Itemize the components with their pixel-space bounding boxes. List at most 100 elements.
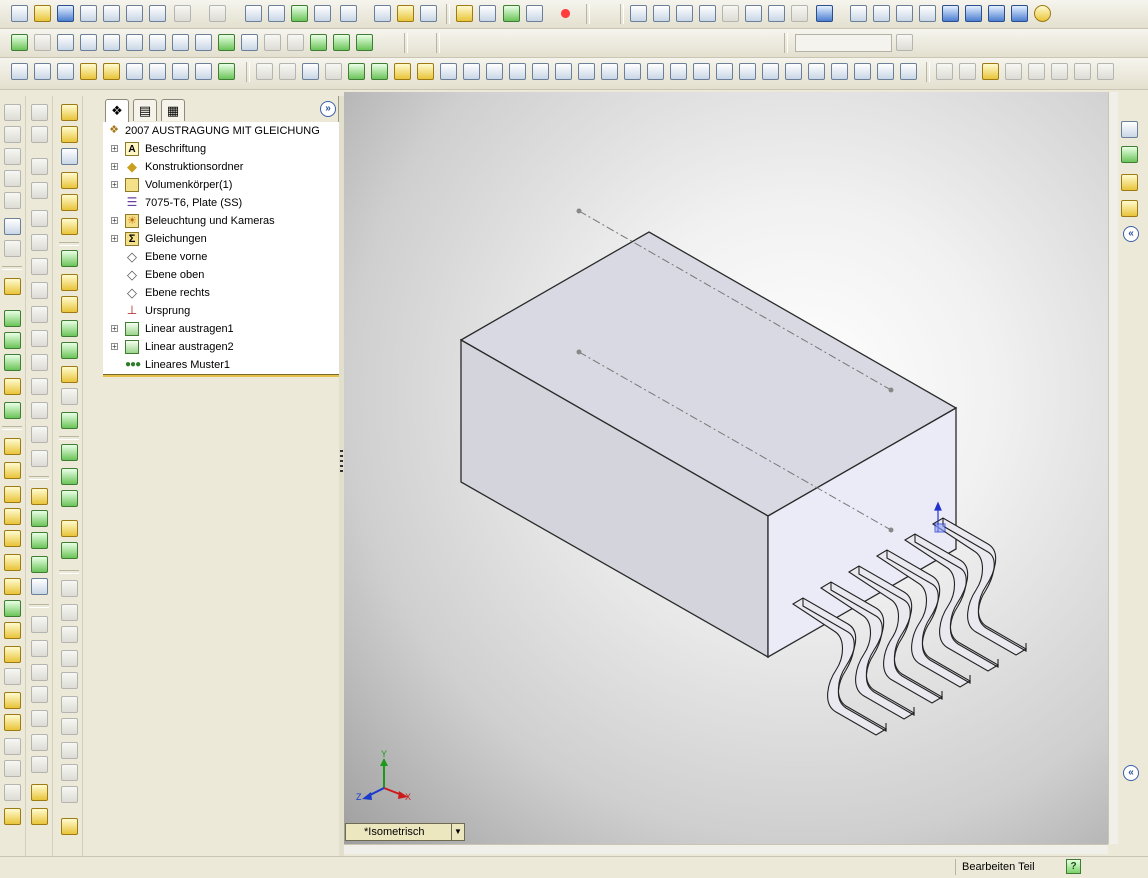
help-icon[interactable] bbox=[397, 5, 414, 22]
vt3-icon-6[interactable] bbox=[61, 218, 78, 235]
filter-21-icon[interactable] bbox=[716, 63, 733, 80]
expand-plus-icon[interactable]: + bbox=[111, 181, 118, 189]
task-pane-collapse-bottom[interactable]: « bbox=[1123, 765, 1139, 781]
vt3-icon-28[interactable] bbox=[61, 764, 78, 781]
vt1-icon-11[interactable] bbox=[4, 354, 21, 371]
filter-17-icon[interactable] bbox=[624, 63, 641, 80]
vt1-icon-3[interactable] bbox=[4, 148, 21, 165]
standard-views-icon[interactable] bbox=[816, 5, 833, 22]
sketch-icon[interactable] bbox=[456, 5, 473, 22]
vt3-icon-25[interactable] bbox=[61, 696, 78, 713]
disabled-b-icon[interactable] bbox=[959, 63, 976, 80]
task-pane-collapse-top[interactable]: « bbox=[1123, 226, 1139, 242]
vt1-icon-19[interactable] bbox=[4, 554, 21, 571]
tree-item-beschriftung[interactable]: + A Beschriftung bbox=[103, 140, 339, 158]
vt3-icon-24[interactable] bbox=[61, 672, 78, 689]
expand-plus-icon[interactable]: + bbox=[111, 145, 118, 153]
vt1-icon-24[interactable] bbox=[4, 668, 21, 685]
vt3-icon-1[interactable] bbox=[61, 104, 78, 121]
horizontal-scrollbar[interactable] bbox=[344, 844, 1108, 854]
vt2-icon-21[interactable] bbox=[31, 616, 48, 633]
vt3-icon-17[interactable] bbox=[61, 490, 78, 507]
disabled-a-icon[interactable] bbox=[936, 63, 953, 80]
filter-16-icon[interactable] bbox=[601, 63, 618, 80]
graphics-area[interactable]: Y X Z bbox=[344, 92, 1108, 844]
vt1-icon-21[interactable] bbox=[4, 600, 21, 617]
tree-item-material[interactable]: ☰ 7075-T6, Plate (SS) bbox=[103, 194, 339, 212]
tree-item-ebene-rechts[interactable]: ◇ Ebene rechts bbox=[103, 284, 339, 302]
filter-24-icon[interactable] bbox=[785, 63, 802, 80]
disabled-tool-2-icon[interactable] bbox=[287, 34, 304, 51]
dropdown-arrow-icon[interactable]: ▼ bbox=[451, 824, 464, 840]
vt2-icon-5[interactable] bbox=[31, 210, 48, 227]
quick-tips-help-icon[interactable]: ? bbox=[1066, 859, 1081, 874]
vt1-icon-4[interactable] bbox=[4, 170, 21, 187]
vt1-icon-17[interactable] bbox=[4, 508, 21, 525]
undo-icon[interactable] bbox=[174, 5, 191, 22]
make-assembly-icon[interactable] bbox=[103, 5, 120, 22]
vt2-icon-9[interactable] bbox=[31, 306, 48, 323]
filter-22-icon[interactable] bbox=[739, 63, 756, 80]
shaded-icon[interactable] bbox=[942, 5, 959, 22]
vt2-icon-16[interactable] bbox=[31, 488, 48, 505]
measure-icon[interactable] bbox=[34, 63, 51, 80]
realview-icon[interactable] bbox=[1011, 5, 1028, 22]
line-icon[interactable] bbox=[479, 5, 496, 22]
new-macro-icon[interactable] bbox=[80, 34, 97, 51]
vt3-icon-5[interactable] bbox=[61, 194, 78, 211]
tree-item-linear-austragen2[interactable]: + Linear austragen2 bbox=[103, 338, 339, 356]
filter-5-icon[interactable] bbox=[348, 63, 365, 80]
print-icon[interactable] bbox=[126, 5, 143, 22]
vt2-icon-22[interactable] bbox=[31, 640, 48, 657]
disabled-g-icon[interactable] bbox=[1074, 63, 1091, 80]
vt3-icon-21[interactable] bbox=[61, 604, 78, 621]
vt3-icon-27[interactable] bbox=[61, 742, 78, 759]
vt1-icon-14[interactable] bbox=[4, 438, 21, 455]
tree-item-linear-austragen1[interactable]: + Linear austragen1 bbox=[103, 320, 339, 338]
vt3-icon-19[interactable] bbox=[61, 542, 78, 559]
tool-3-icon[interactable] bbox=[310, 34, 327, 51]
vt2-icon-13[interactable] bbox=[31, 402, 48, 419]
filter-3-icon[interactable] bbox=[302, 63, 319, 80]
vt1-icon-30[interactable] bbox=[4, 808, 21, 825]
customize-icon[interactable] bbox=[195, 34, 212, 51]
filter-28-icon[interactable] bbox=[877, 63, 894, 80]
select-filter-icon[interactable] bbox=[268, 5, 285, 22]
pan-icon[interactable] bbox=[768, 5, 785, 22]
run-macro-icon[interactable] bbox=[11, 34, 28, 51]
close-macro-icon[interactable] bbox=[126, 34, 143, 51]
vt1-icon-18[interactable] bbox=[4, 530, 21, 547]
vt2-icon-17[interactable] bbox=[31, 510, 48, 527]
tree-item-ursprung[interactable]: ⊥ Ursprung bbox=[103, 302, 339, 320]
vt1-icon-13[interactable] bbox=[4, 402, 21, 419]
vt1-icon-9[interactable] bbox=[4, 310, 21, 327]
filter-27-icon[interactable] bbox=[854, 63, 871, 80]
vt1-icon-1[interactable] bbox=[4, 104, 21, 121]
tab-propertymanager[interactable]: ▤ bbox=[133, 99, 157, 121]
vt3-icon-29[interactable] bbox=[61, 786, 78, 803]
panel-expand-button[interactable]: » bbox=[320, 101, 336, 117]
vt1-icon-28[interactable] bbox=[4, 760, 21, 777]
vt1-icon-16[interactable] bbox=[4, 486, 21, 503]
vt1-icon-25[interactable] bbox=[4, 692, 21, 709]
vt3-icon-22[interactable] bbox=[61, 626, 78, 643]
expand-plus-icon[interactable]: + bbox=[111, 235, 118, 243]
vt3-icon-11[interactable] bbox=[61, 342, 78, 359]
shaded-edges-icon[interactable] bbox=[919, 5, 936, 22]
vt2-icon-19[interactable] bbox=[31, 556, 48, 573]
vt2-icon-27[interactable] bbox=[31, 756, 48, 773]
vt2-icon-12[interactable] bbox=[31, 378, 48, 395]
vt1-icon-12[interactable] bbox=[4, 378, 21, 395]
design-library-icon[interactable] bbox=[374, 5, 391, 22]
vt2-icon-7[interactable] bbox=[31, 258, 48, 275]
view-orientation-icon[interactable] bbox=[630, 5, 647, 22]
solidworks-resources-icon[interactable] bbox=[1121, 121, 1138, 138]
filter-19-icon[interactable] bbox=[670, 63, 687, 80]
vt3-icon-9[interactable] bbox=[61, 296, 78, 313]
camera-icon[interactable] bbox=[420, 5, 437, 22]
vt3-icon-20[interactable] bbox=[61, 580, 78, 597]
section-properties-icon[interactable] bbox=[80, 63, 97, 80]
filter-25-icon[interactable] bbox=[808, 63, 825, 80]
vt3-icon-18[interactable] bbox=[61, 520, 78, 537]
vt3-icon-12[interactable] bbox=[61, 366, 78, 383]
